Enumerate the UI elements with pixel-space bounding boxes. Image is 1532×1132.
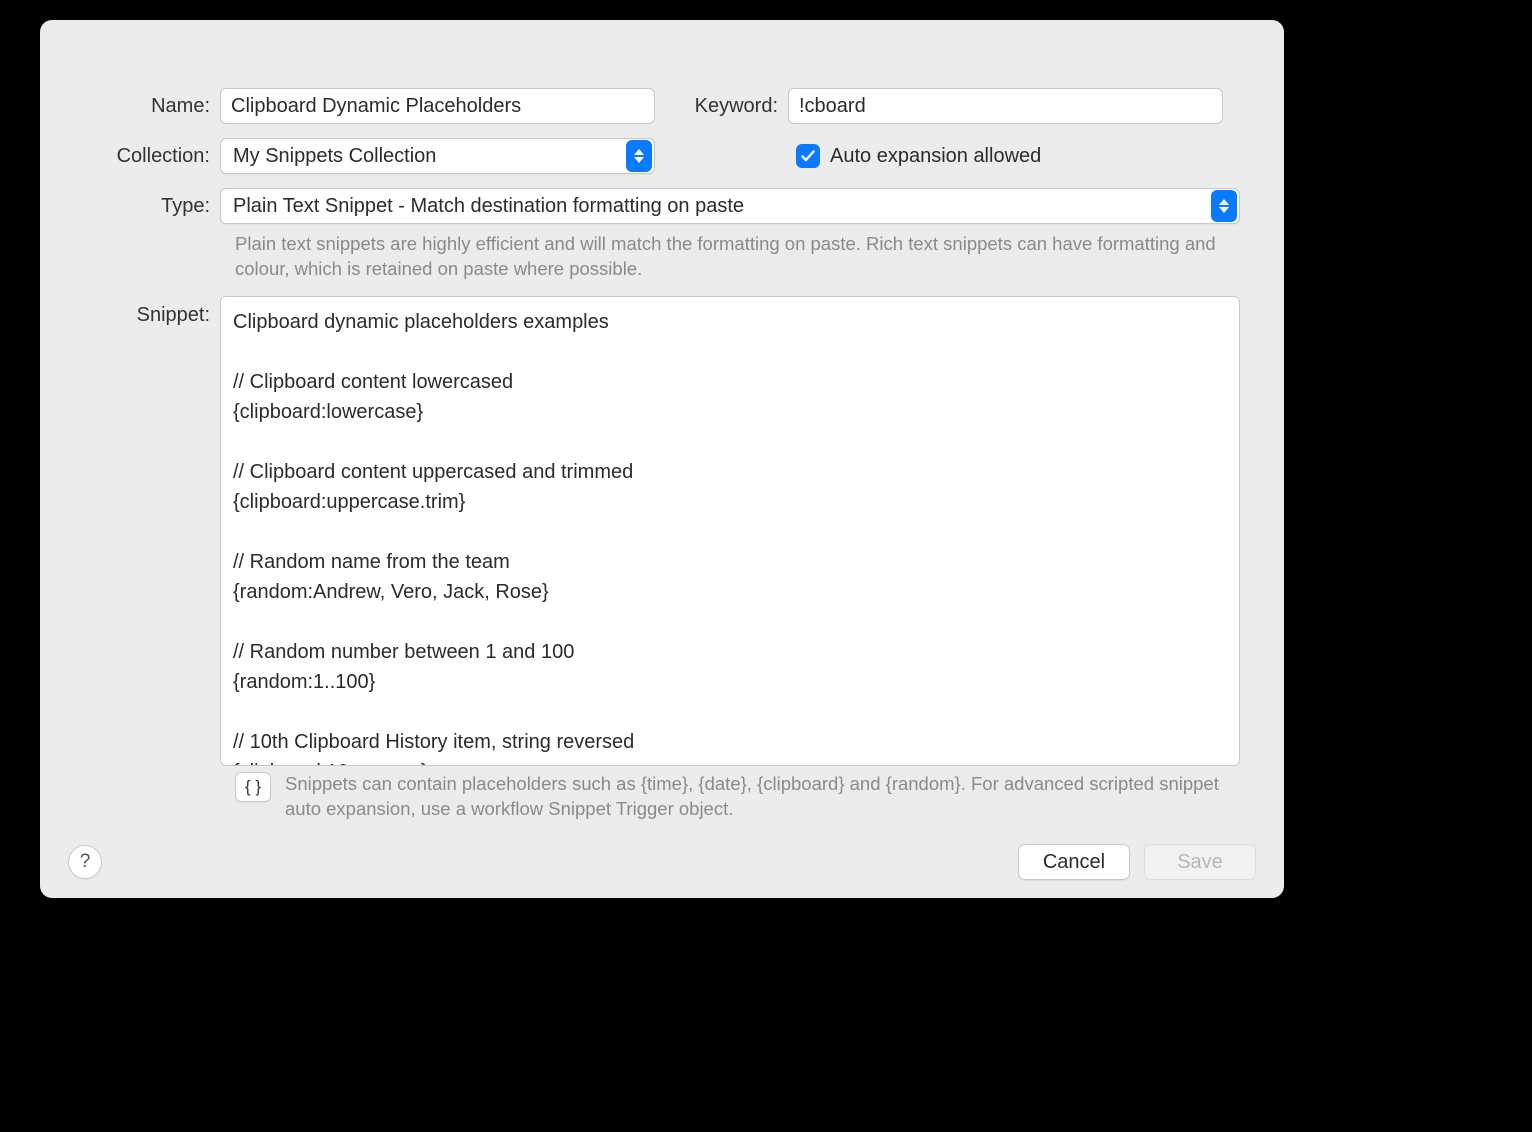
auto-expansion-checkbox[interactable]: [796, 144, 820, 168]
checkmark-icon: [800, 148, 816, 164]
snippet-textarea[interactable]: [220, 296, 1240, 766]
chevron-up-down-icon: [1211, 190, 1237, 222]
placeholder-braces-button[interactable]: { }: [235, 772, 271, 802]
auto-expansion-label: Auto expansion allowed: [830, 145, 1041, 168]
type-label: Type:: [40, 195, 220, 218]
collection-select[interactable]: My Snippets Collection: [220, 138, 655, 174]
collection-select-value: My Snippets Collection: [233, 145, 624, 168]
chevron-up-down-icon: [626, 140, 652, 172]
snippet-editor-panel: Name: Keyword: Collection: My Snippets C…: [40, 20, 1284, 898]
snippet-label: Snippet:: [40, 296, 220, 327]
type-help-text: Plain text snippets are highly efficient…: [40, 224, 1284, 282]
name-label: Name:: [40, 95, 220, 118]
keyword-input[interactable]: [788, 88, 1223, 124]
collection-label: Collection:: [40, 145, 220, 168]
type-select[interactable]: Plain Text Snippet - Match destination f…: [220, 188, 1240, 224]
type-select-value: Plain Text Snippet - Match destination f…: [233, 195, 1209, 218]
cancel-button[interactable]: Cancel: [1018, 844, 1130, 880]
help-button[interactable]: ?: [68, 845, 102, 879]
keyword-label: Keyword:: [683, 95, 788, 118]
name-input[interactable]: [220, 88, 655, 124]
save-button[interactable]: Save: [1144, 844, 1256, 880]
snippet-help-text: Snippets can contain placeholders such a…: [285, 772, 1254, 822]
